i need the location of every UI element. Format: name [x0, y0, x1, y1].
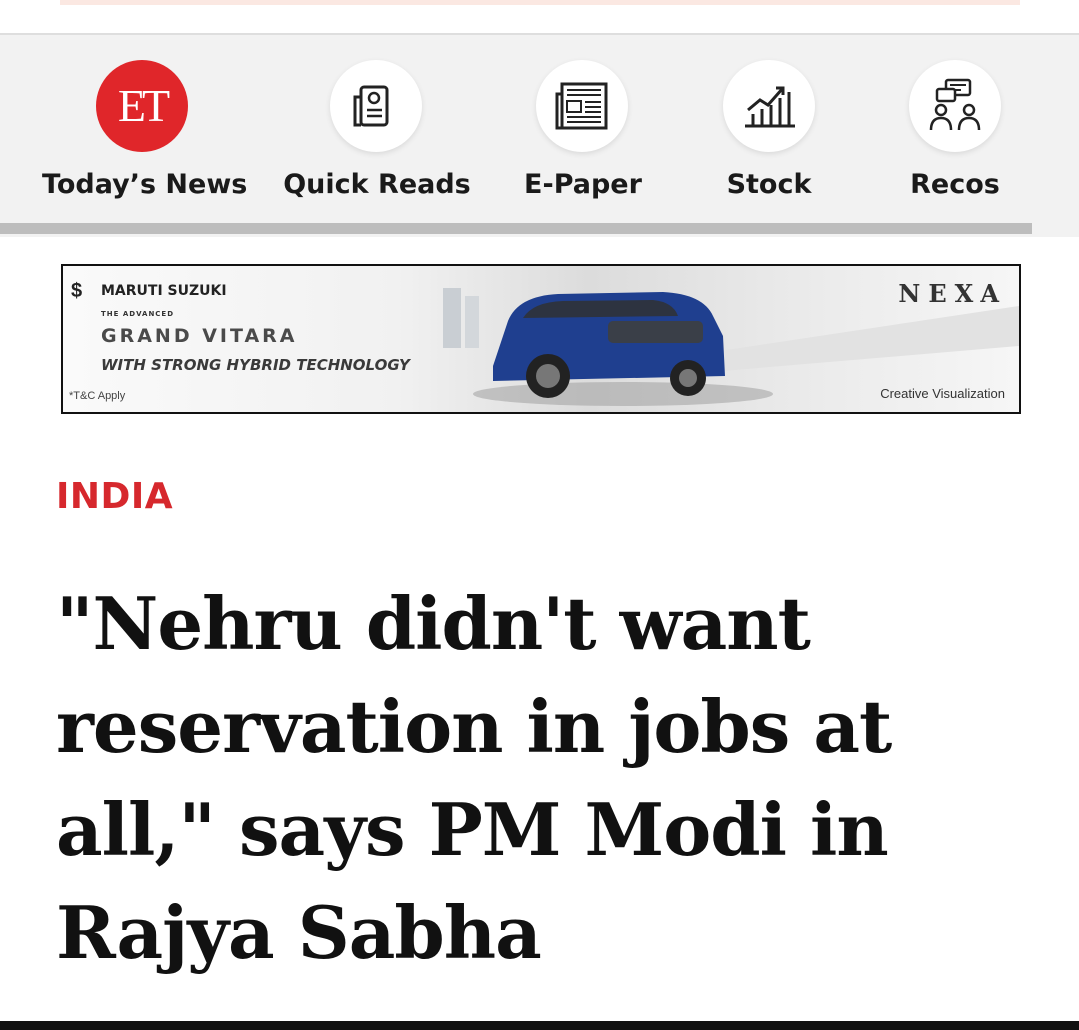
top-ad-strip [60, 0, 1020, 5]
bottom-bar [0, 1021, 1079, 1030]
quick-reads-icon [330, 60, 422, 152]
quick-nav-bar: ET Today’s News Quick Reads E-Paper Stoc… [0, 33, 1079, 237]
ad-model-name: GRAND VITARA [101, 325, 298, 347]
suzuki-logo-icon: $ [71, 280, 83, 302]
ad-subtitle: WITH STRONG HYBRID TECHNOLOGY [101, 356, 410, 374]
nav-label-e-paper: E-Paper [524, 169, 642, 200]
newspaper-icon [536, 60, 628, 152]
nav-label-stock: Stock [726, 169, 812, 200]
nav-scrollbar[interactable] [0, 223, 1032, 234]
ad-visual-note: Creative Visualization [880, 386, 1005, 401]
article-headline: "Nehru didn't want reservation in jobs a… [56, 581, 892, 975]
ad-nexa-logo: NEXA [898, 279, 1007, 308]
nav-item-stock[interactable]: Stock [669, 35, 869, 215]
et-logo-text: ET [117, 80, 170, 131]
nav-label-quick-reads: Quick Reads [283, 169, 471, 200]
article-category[interactable]: INDIA [56, 476, 173, 517]
stock-chart-icon [723, 60, 815, 152]
recos-people-icon [909, 60, 1001, 152]
nav-item-quick-reads[interactable]: Quick Reads [277, 35, 477, 215]
nav-item-recos[interactable]: Recos [855, 35, 1055, 215]
ad-tagline: THE ADVANCED [101, 310, 175, 318]
nav-label-todays-news: Today’s News [42, 169, 248, 200]
et-logo-icon: ET [96, 60, 188, 152]
ad-brand: MARUTI SUZUKI [101, 283, 227, 299]
ad-terms: *T&C Apply [69, 390, 126, 402]
nav-item-e-paper[interactable]: E-Paper [483, 35, 683, 215]
nav-item-todays-news[interactable]: ET Today’s News [42, 35, 248, 215]
nav-label-recos: Recos [910, 169, 1000, 200]
advertisement-banner[interactable]: $ MARUTI SUZUKI THE ADVANCED GRAND VITAR… [61, 264, 1021, 414]
